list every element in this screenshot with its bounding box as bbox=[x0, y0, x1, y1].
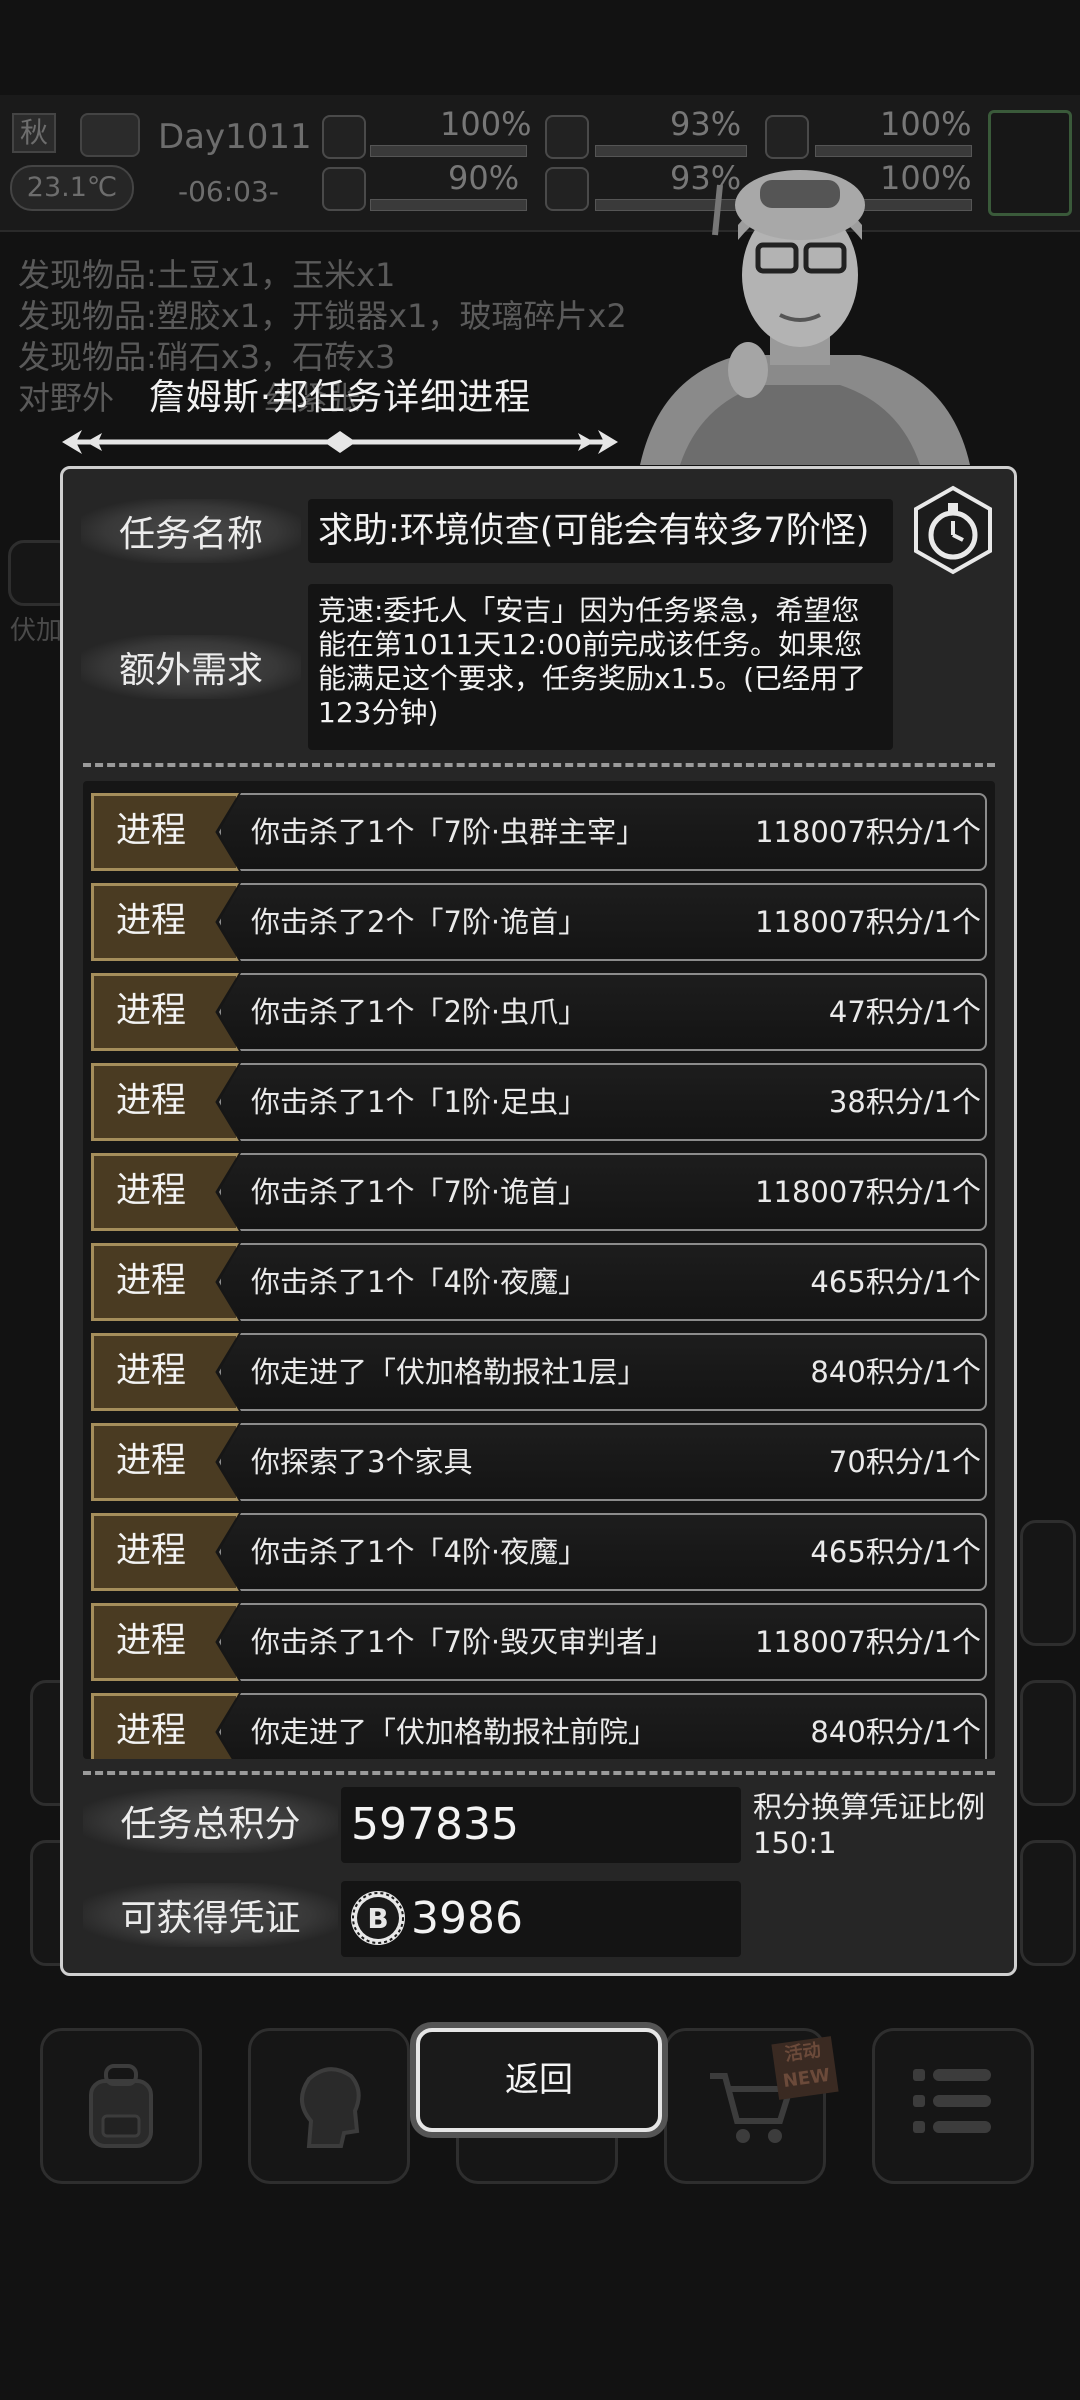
log-line: 发现物品:土豆x1，玉米x1 bbox=[18, 256, 396, 294]
progress-tag: 进程 bbox=[91, 793, 239, 871]
stomach-icon bbox=[545, 115, 589, 159]
skills-button[interactable] bbox=[248, 2028, 410, 2184]
bitcoin-coin-icon: B bbox=[351, 1891, 405, 1945]
total-points-label: 任务总积分 bbox=[83, 1789, 338, 1853]
event-new-badge: 活动 NEW bbox=[771, 2036, 839, 2100]
title-ornament bbox=[62, 430, 618, 454]
hunger-value: 93% bbox=[670, 105, 742, 143]
progress-description: 你击杀了1个「4阶·夜魔」 bbox=[251, 1535, 588, 1569]
back-button[interactable]: 返回 bbox=[416, 2028, 662, 2132]
progress-description: 你击杀了1个「4阶·夜魔」 bbox=[251, 1265, 588, 1299]
energy-value: 100% bbox=[880, 105, 972, 143]
progress-description: 你探索了3个家具 bbox=[251, 1445, 473, 1479]
progress-tag: 进程 bbox=[91, 1513, 239, 1591]
location-hint: 伏加 bbox=[10, 616, 63, 646]
progress-row: 进程 你击杀了1个「2阶·虫爪」 47积分/1个 bbox=[91, 973, 987, 1051]
progress-description: 你走进了「伏加格勒报社1层」 bbox=[251, 1355, 647, 1389]
progress-tag: 进程 bbox=[91, 1243, 239, 1321]
progress-row: 进程 你探索了3个家具 70积分/1个 bbox=[91, 1423, 987, 1501]
progress-tag: 进程 bbox=[91, 1423, 239, 1501]
conversion-ratio-label: 积分换算凭证比例 bbox=[753, 1790, 986, 1824]
progress-tag: 进程 bbox=[91, 1603, 239, 1681]
menu-button[interactable] bbox=[872, 2028, 1034, 2184]
day-counter: Day1011 bbox=[158, 117, 312, 157]
backpack-icon bbox=[89, 2064, 153, 2148]
progress-points: 47积分/1个 bbox=[828, 995, 981, 1029]
stopwatch-icon bbox=[914, 485, 992, 575]
season-indicator: 秋 bbox=[12, 113, 56, 153]
progress-description: 你击杀了2个「7阶·诡首」 bbox=[251, 905, 588, 939]
progress-description: 你击杀了1个「7阶·虫群主宰」 bbox=[251, 815, 646, 849]
temperature-readout: 23.1℃ bbox=[10, 165, 134, 211]
progress-tag: 进程 bbox=[91, 1063, 239, 1141]
character-portrait bbox=[640, 170, 970, 465]
voucher-value: 3986 bbox=[411, 1893, 523, 1944]
progress-points: 118007积分/1个 bbox=[755, 1175, 981, 1209]
progress-row: 进程 你走进了「伏加格勒报社1层」 840积分/1个 bbox=[91, 1333, 987, 1411]
task-detail-panel: 任务名称 求助:环境侦查(可能会有较多7阶怪) 额外需求 竞速:委托人「安吉」因… bbox=[60, 466, 1017, 1976]
progress-tag: 进程 bbox=[91, 973, 239, 1051]
progress-points: 118007积分/1个 bbox=[755, 905, 981, 939]
task-name-value: 求助:环境侦查(可能会有较多7阶怪) bbox=[308, 499, 893, 563]
extra-requirement-label: 额外需求 bbox=[81, 635, 301, 699]
progress-description: 你击杀了1个「1阶·足虫」 bbox=[251, 1085, 588, 1119]
stamina-bar bbox=[370, 199, 527, 211]
progress-row: 进程 你走进了「伏加格勒报社前院」 840积分/1个 bbox=[91, 1693, 987, 1759]
progress-row: 进程 你击杀了1个「4阶·夜魔」 465积分/1个 bbox=[91, 1243, 987, 1321]
progress-row: 进程 你击杀了1个「7阶·虫群主宰」 118007积分/1个 bbox=[91, 793, 987, 871]
progress-row: 进程 你击杀了2个「7阶·诡首」 118007积分/1个 bbox=[91, 883, 987, 961]
progress-list[interactable]: 进程 你击杀了1个「7阶·虫群主宰」 118007积分/1个 进程 你击杀了2个「7阶·… bbox=[83, 781, 995, 1759]
progress-row: 进程 你击杀了1个「7阶·毁灭审判者」 118007积分/1个 bbox=[91, 1603, 987, 1681]
health-value: 100% bbox=[440, 105, 532, 143]
voucher-value-box: B 3986 bbox=[341, 1881, 741, 1957]
health-bar bbox=[370, 145, 527, 157]
svg-text:B: B bbox=[367, 1902, 388, 1935]
progress-tag: 进程 bbox=[91, 1693, 239, 1759]
backpack-button[interactable] bbox=[40, 2028, 202, 2184]
total-points-value: 597835 bbox=[341, 1787, 741, 1863]
progress-points: 840积分/1个 bbox=[810, 1355, 981, 1389]
conversion-ratio-value: 150:1 bbox=[753, 1826, 837, 1860]
progress-points: 70积分/1个 bbox=[828, 1445, 981, 1479]
stamina-value: 90% bbox=[448, 159, 520, 197]
clock-readout: -06:03- bbox=[178, 175, 279, 208]
progress-row: 进程 你击杀了1个「1阶·足虫」 38积分/1个 bbox=[91, 1063, 987, 1141]
progress-points: 840积分/1个 bbox=[810, 1715, 981, 1749]
brain-head-icon bbox=[300, 2067, 361, 2148]
equipment-slot bbox=[988, 110, 1072, 216]
task-name-label: 任务名称 bbox=[81, 499, 301, 563]
progress-description: 你击杀了1个「2阶·虫爪」 bbox=[251, 995, 588, 1029]
energy-bar bbox=[815, 145, 972, 157]
battery-icon bbox=[765, 115, 809, 159]
hunger-bar bbox=[595, 145, 747, 157]
progress-points: 118007积分/1个 bbox=[755, 815, 981, 849]
weather-icon bbox=[80, 113, 140, 157]
divider bbox=[83, 763, 995, 767]
extra-requirement-text: 竞速:委托人「安吉」因为任务紧急，希望您能在第1011天12:00前完成该任务。… bbox=[308, 584, 893, 750]
progress-points: 465积分/1个 bbox=[810, 1265, 981, 1299]
dialog-title: 詹姆斯·邦任务详细进程 bbox=[148, 377, 532, 418]
progress-points: 465积分/1个 bbox=[810, 1535, 981, 1569]
progress-description: 你击杀了1个「7阶·毁灭审判者」 bbox=[251, 1625, 675, 1659]
medkit-icon bbox=[322, 115, 366, 159]
progress-points: 38积分/1个 bbox=[828, 1085, 981, 1119]
progress-row: 进程 你击杀了1个「4阶·夜魔」 465积分/1个 bbox=[91, 1513, 987, 1591]
water-drop-icon bbox=[545, 167, 589, 211]
progress-tag: 进程 bbox=[91, 1153, 239, 1231]
progress-description: 你击杀了1个「7阶·诡首」 bbox=[251, 1175, 588, 1209]
divider bbox=[83, 1771, 995, 1775]
list-menu-icon bbox=[913, 2069, 991, 2133]
progress-tag: 进程 bbox=[91, 883, 239, 961]
log-line: 发现物品:塑胶x1，开锁器x1，玻璃碎片x2 bbox=[18, 297, 627, 335]
voucher-label: 可获得凭证 bbox=[83, 1883, 338, 1947]
progress-tag: 进程 bbox=[91, 1333, 239, 1411]
progress-row: 进程 你击杀了1个「7阶·诡首」 118007积分/1个 bbox=[91, 1153, 987, 1231]
boot-icon bbox=[322, 167, 366, 211]
progress-description: 你走进了「伏加格勒报社前院」 bbox=[251, 1715, 658, 1749]
progress-points: 118007积分/1个 bbox=[755, 1625, 981, 1659]
conversion-ratio: 积分换算凭证比例 150:1 bbox=[753, 1789, 985, 1861]
